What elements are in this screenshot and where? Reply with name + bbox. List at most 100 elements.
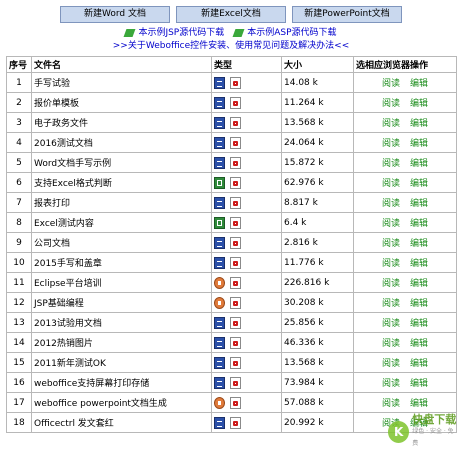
read-link[interactable]: 阅读	[382, 139, 400, 149]
read-link[interactable]: 阅读	[382, 99, 400, 109]
word-file-icon[interactable]	[214, 356, 225, 369]
row-type	[211, 232, 282, 253]
edit-link[interactable]: 编辑	[410, 79, 428, 89]
edit-link[interactable]: 编辑	[410, 259, 428, 269]
word-file-icon[interactable]	[214, 96, 225, 109]
install-help-link[interactable]: >>关于Weboffice控件安装、使用常见问题及解决办法<<	[113, 41, 349, 51]
pdf-file-icon[interactable]	[230, 336, 241, 349]
word-file-icon[interactable]	[214, 236, 225, 249]
read-link[interactable]: 阅读	[382, 299, 400, 309]
new-ppt-button[interactable]: 新建PowerPoint文档	[292, 6, 402, 23]
read-link[interactable]: 阅读	[382, 79, 400, 89]
read-link[interactable]: 阅读	[382, 359, 400, 369]
read-link[interactable]: 阅读	[382, 279, 400, 289]
pdf-file-icon[interactable]	[230, 256, 241, 269]
edit-link[interactable]: 编辑	[410, 159, 428, 169]
row-filename: 报表打印	[31, 192, 212, 213]
read-link[interactable]: 阅读	[382, 239, 400, 249]
pdf-file-icon[interactable]	[230, 76, 241, 89]
watermark-brand: 快盘下载	[412, 413, 457, 426]
word-file-icon[interactable]	[214, 76, 225, 89]
pdf-file-icon[interactable]	[230, 116, 241, 129]
row-type	[211, 192, 282, 213]
pdf-file-icon[interactable]	[230, 156, 241, 169]
powerpoint-file-icon[interactable]	[214, 396, 225, 409]
edit-link[interactable]: 编辑	[410, 279, 428, 289]
edit-link[interactable]: 编辑	[410, 319, 428, 329]
row-operations: 阅读编辑	[353, 92, 457, 113]
word-file-icon[interactable]	[214, 156, 225, 169]
word-file-icon[interactable]	[214, 196, 225, 209]
pdf-file-icon[interactable]	[230, 416, 241, 429]
read-link[interactable]: 阅读	[382, 399, 400, 409]
row-type	[211, 272, 282, 293]
asp-source-download-link[interactable]: 本示例ASP源代码下载	[234, 27, 336, 39]
edit-link[interactable]: 编辑	[410, 119, 428, 129]
powerpoint-file-icon[interactable]	[214, 276, 225, 289]
read-link[interactable]: 阅读	[382, 319, 400, 329]
new-word-button[interactable]: 新建Word 文档	[60, 6, 170, 23]
edit-link[interactable]: 编辑	[410, 179, 428, 189]
edit-link[interactable]: 编辑	[410, 99, 428, 109]
table-row: 4 2016测试文档 24.064 k 阅读 编辑	[6, 132, 457, 153]
edit-link[interactable]: 编辑	[410, 359, 428, 369]
table-row: 16 weboffice支持屏幕打印存储 73.984 k 阅读 编辑	[6, 372, 457, 393]
pdf-file-icon[interactable]	[230, 376, 241, 389]
header-type: 类型	[211, 56, 282, 73]
table-row: 5 Word文档手写示例 15.872 k 阅读 编辑	[6, 152, 457, 173]
read-link[interactable]: 阅读	[382, 259, 400, 269]
pdf-file-icon[interactable]	[230, 396, 241, 409]
download-arrow-icon	[125, 28, 136, 38]
row-size: 11.776 k	[281, 252, 354, 273]
pdf-file-icon[interactable]	[230, 136, 241, 149]
edit-link[interactable]: 编辑	[410, 199, 428, 209]
row-filename: 2011新年测试OK	[31, 352, 212, 373]
read-link[interactable]: 阅读	[382, 179, 400, 189]
table-row: 2 报价单模板 11.264 k 阅读 编辑	[6, 92, 457, 113]
row-number: 2	[6, 92, 32, 113]
pdf-file-icon[interactable]	[230, 276, 241, 289]
row-type	[211, 392, 282, 413]
pdf-file-icon[interactable]	[230, 356, 241, 369]
read-link[interactable]: 阅读	[382, 219, 400, 229]
row-number: 18	[6, 412, 32, 433]
header-operation: 选相应浏览器操作	[353, 56, 457, 73]
word-file-icon[interactable]	[214, 416, 225, 429]
edit-link[interactable]: 编辑	[410, 379, 428, 389]
read-link[interactable]: 阅读	[382, 199, 400, 209]
pdf-file-icon[interactable]	[230, 296, 241, 309]
powerpoint-file-icon[interactable]	[214, 296, 225, 309]
edit-link[interactable]: 编辑	[410, 299, 428, 309]
excel-file-icon[interactable]	[214, 216, 225, 229]
table-row: 17 weboffice powerpoint文档生成 57.088 k 阅读 编辑	[6, 392, 457, 413]
word-file-icon[interactable]	[214, 316, 225, 329]
edit-link[interactable]: 编辑	[410, 399, 428, 409]
word-file-icon[interactable]	[214, 256, 225, 269]
pdf-file-icon[interactable]	[230, 236, 241, 249]
excel-file-icon[interactable]	[214, 176, 225, 189]
word-file-icon[interactable]	[214, 336, 225, 349]
pdf-file-icon[interactable]	[230, 316, 241, 329]
read-link[interactable]: 阅读	[382, 339, 400, 349]
row-number: 7	[6, 192, 32, 213]
word-file-icon[interactable]	[214, 376, 225, 389]
row-size: 46.336 k	[281, 332, 354, 353]
read-link[interactable]: 阅读	[382, 379, 400, 389]
pdf-file-icon[interactable]	[230, 196, 241, 209]
new-excel-button[interactable]: 新建Excel文档	[176, 6, 286, 23]
pdf-file-icon[interactable]	[230, 176, 241, 189]
read-link[interactable]: 阅读	[382, 119, 400, 129]
word-file-icon[interactable]	[214, 136, 225, 149]
edit-link[interactable]: 编辑	[410, 139, 428, 149]
table-body: 1 手写试验 14.08 k 阅读 编辑 2 报价单模板 11.264 k 阅读 编辑 3 电子政务文…	[6, 72, 457, 433]
table-row: 12 JSP基础编程 30.208 k 阅读 编辑	[6, 292, 457, 313]
pdf-file-icon[interactable]	[230, 216, 241, 229]
edit-link[interactable]: 编辑	[410, 239, 428, 249]
edit-link[interactable]: 编辑	[410, 219, 428, 229]
word-file-icon[interactable]	[214, 116, 225, 129]
jsp-source-download-label: 本示例JSP源代码下载	[138, 28, 225, 38]
read-link[interactable]: 阅读	[382, 159, 400, 169]
edit-link[interactable]: 编辑	[410, 339, 428, 349]
pdf-file-icon[interactable]	[230, 96, 241, 109]
jsp-source-download-link[interactable]: 本示例JSP源代码下载	[125, 27, 224, 39]
